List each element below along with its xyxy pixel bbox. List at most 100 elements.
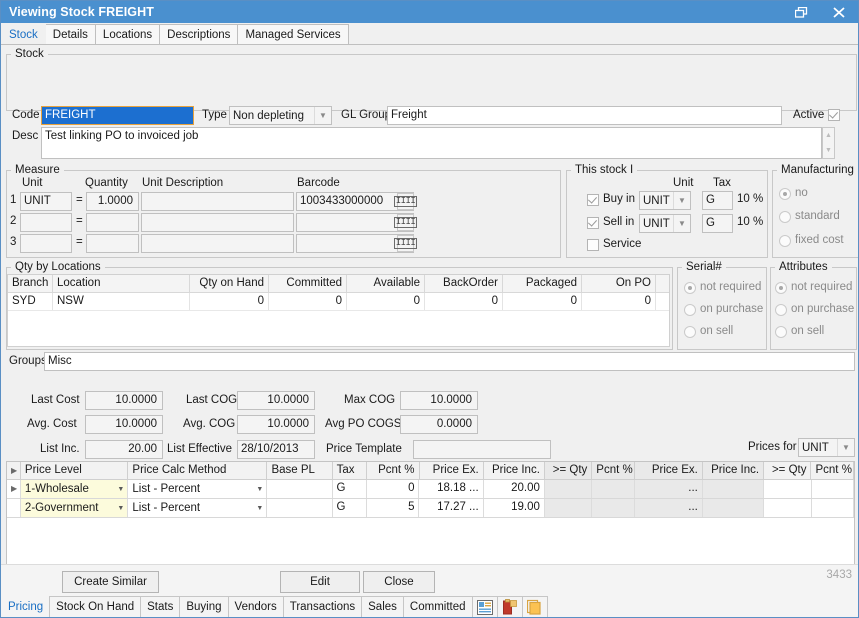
avg-cog-label: Avg. COG (183, 418, 235, 430)
bottom-tab-pricing[interactable]: Pricing (1, 596, 50, 617)
cell-qty-1[interactable] (545, 499, 592, 517)
code-input[interactable]: FREIGHT (41, 106, 194, 125)
cell-pcnt-1[interactable]: 0 (367, 480, 419, 498)
cell-price-inc-1[interactable]: 20.00 (484, 480, 545, 498)
cell-price-inc-2[interactable] (703, 499, 764, 517)
cell-tax[interactable]: G (333, 499, 368, 517)
table-row[interactable]: SYD NSW 0 0 0 0 0 0 (8, 293, 669, 311)
groups-input[interactable]: Misc (44, 352, 855, 371)
sell-in-checkbox[interactable] (587, 217, 599, 229)
serial-radio-not-required[interactable] (684, 282, 696, 294)
last-cog-input[interactable]: 10.0000 (237, 391, 315, 410)
barcode-icon[interactable]: IIII (397, 235, 414, 252)
tab-locations[interactable]: Locations (95, 24, 160, 44)
cell-price-ex-1[interactable]: 18.18 ... (419, 480, 483, 498)
cell-price-ex-1[interactable]: 17.27 ... (419, 499, 483, 517)
cell-pcnt-3[interactable] (812, 499, 855, 517)
type-select[interactable]: Non depleting ▼ (229, 106, 332, 125)
service-checkbox[interactable] (587, 239, 599, 251)
avg-cog-input[interactable]: 10.0000 (237, 415, 315, 434)
bottom-tab-stats[interactable]: Stats (140, 596, 180, 617)
list-effective-input[interactable]: 28/10/2013 (237, 440, 315, 459)
cell-base-pl[interactable] (267, 480, 332, 498)
chevron-right-icon: ▶ (11, 462, 16, 479)
cell-pcnt-2[interactable] (592, 480, 635, 498)
list-inc-input[interactable]: 20.00 (85, 440, 163, 459)
attributes-radio-on-sell[interactable] (775, 326, 787, 338)
attributes-radio-on-purchase[interactable] (775, 304, 787, 316)
manufacturing-radio-standard[interactable] (779, 211, 791, 223)
buy-in-tax-input[interactable]: G (702, 191, 733, 210)
cell-tax[interactable]: G (333, 480, 368, 498)
measure-quantity-input[interactable] (86, 234, 139, 253)
buy-in-unit-select[interactable]: UNIT ▼ (639, 191, 691, 210)
serial-radio-on-sell[interactable] (684, 326, 696, 338)
tab-details[interactable]: Details (45, 24, 96, 44)
measure-unit-input[interactable] (20, 213, 72, 232)
cell-price-calc-method[interactable]: List - Percent ▼ (128, 499, 267, 517)
cell-pcnt-1[interactable]: 5 (367, 499, 419, 517)
cell-price-ex-2[interactable]: ... (635, 499, 703, 517)
measure-unit-description-input[interactable] (141, 213, 294, 232)
cell-base-pl[interactable] (267, 499, 332, 517)
cell-price-inc-1[interactable]: 19.00 (484, 499, 545, 517)
manufacturing-radio-no[interactable] (779, 188, 791, 200)
avg-po-cogs-input[interactable]: 0.0000 (400, 415, 478, 434)
bottom-tab-transactions[interactable]: Transactions (283, 596, 362, 617)
gl-group-input[interactable]: Freight (387, 106, 782, 125)
desc-spinner[interactable]: ▲ ▼ (822, 127, 835, 159)
barcode-icon[interactable]: IIII (397, 214, 414, 231)
cell-price-calc-method[interactable]: List - Percent ▼ (128, 480, 267, 498)
cell-pcnt-2[interactable] (592, 499, 635, 517)
avg-cost-input[interactable]: 10.0000 (85, 415, 163, 434)
copy-documents-icon[interactable] (522, 596, 548, 617)
bottom-tab-stock-on-hand[interactable]: Stock On Hand (49, 596, 141, 617)
manufacturing-radio-fixed-cost[interactable] (779, 235, 791, 247)
paste-clipboard-icon[interactable] (497, 596, 523, 617)
buy-in-checkbox[interactable] (587, 194, 599, 206)
report-icon[interactable] (472, 596, 498, 617)
price-grid-row[interactable]: 2-Government ▼ List - Percent ▼ G 5 17.2… (7, 499, 854, 518)
tab-managed-services[interactable]: Managed Services (237, 24, 348, 44)
serial-radio-on-purchase[interactable] (684, 304, 696, 316)
bottom-tab-committed[interactable]: Committed (403, 596, 473, 617)
tab-descriptions[interactable]: Descriptions (159, 24, 238, 44)
cell-price-ex-2[interactable]: ... (635, 480, 703, 498)
tab-stock[interactable]: Stock (1, 24, 46, 44)
barcode-icon[interactable]: IIII (397, 193, 414, 210)
qty-locations-table[interactable]: Branch Location Qty on Hand Committed Av… (7, 274, 670, 347)
restore-icon[interactable] (782, 1, 820, 23)
cell-price-inc-2[interactable] (703, 480, 764, 498)
measure-unit-input[interactable] (20, 234, 72, 253)
attributes-radio-not-required[interactable] (775, 282, 787, 294)
cell-qty-2[interactable] (764, 480, 811, 498)
price-template-input[interactable] (413, 440, 551, 459)
measure-unit-input[interactable]: UNIT (20, 192, 72, 211)
cell-qty-1[interactable] (545, 480, 592, 498)
create-similar-button[interactable]: Create Similar (62, 571, 159, 593)
price-grid-row[interactable]: ▶ 1-Wholesale ▼ List - Percent ▼ G 0 18.… (7, 480, 854, 499)
cell-pcnt-3[interactable] (812, 480, 855, 498)
measure-quantity-input[interactable]: 1.0000 (86, 192, 139, 211)
last-cost-input[interactable]: 10.0000 (85, 391, 163, 410)
desc-textarea[interactable]: Test linking PO to invoiced job (41, 127, 822, 159)
col-qty-on-hand: Qty on Hand (190, 275, 269, 292)
sell-in-unit-select[interactable]: UNIT ▼ (639, 214, 691, 233)
measure-unit-description-input[interactable] (141, 192, 294, 211)
active-checkbox[interactable] (828, 109, 840, 121)
cell-price-level[interactable]: 2-Government ▼ (21, 499, 128, 517)
cell-price-level[interactable]: 1-Wholesale ▼ (21, 480, 128, 498)
cell-qty-2[interactable] (764, 499, 811, 517)
measure-quantity-input[interactable] (86, 213, 139, 232)
price-grid[interactable]: ▶ Price Level Price Calc Method Base PL … (6, 461, 855, 564)
bottom-tab-vendors[interactable]: Vendors (228, 596, 284, 617)
bottom-tab-buying[interactable]: Buying (179, 596, 228, 617)
bottom-tab-sales[interactable]: Sales (361, 596, 404, 617)
measure-unit-description-input[interactable] (141, 234, 294, 253)
close-icon[interactable] (820, 1, 858, 23)
close-button[interactable]: Close (363, 571, 435, 593)
prices-for-select[interactable]: UNIT ▼ (798, 438, 855, 457)
max-cog-input[interactable]: 10.0000 (400, 391, 478, 410)
edit-button[interactable]: Edit (280, 571, 360, 593)
sell-in-tax-input[interactable]: G (702, 214, 733, 233)
